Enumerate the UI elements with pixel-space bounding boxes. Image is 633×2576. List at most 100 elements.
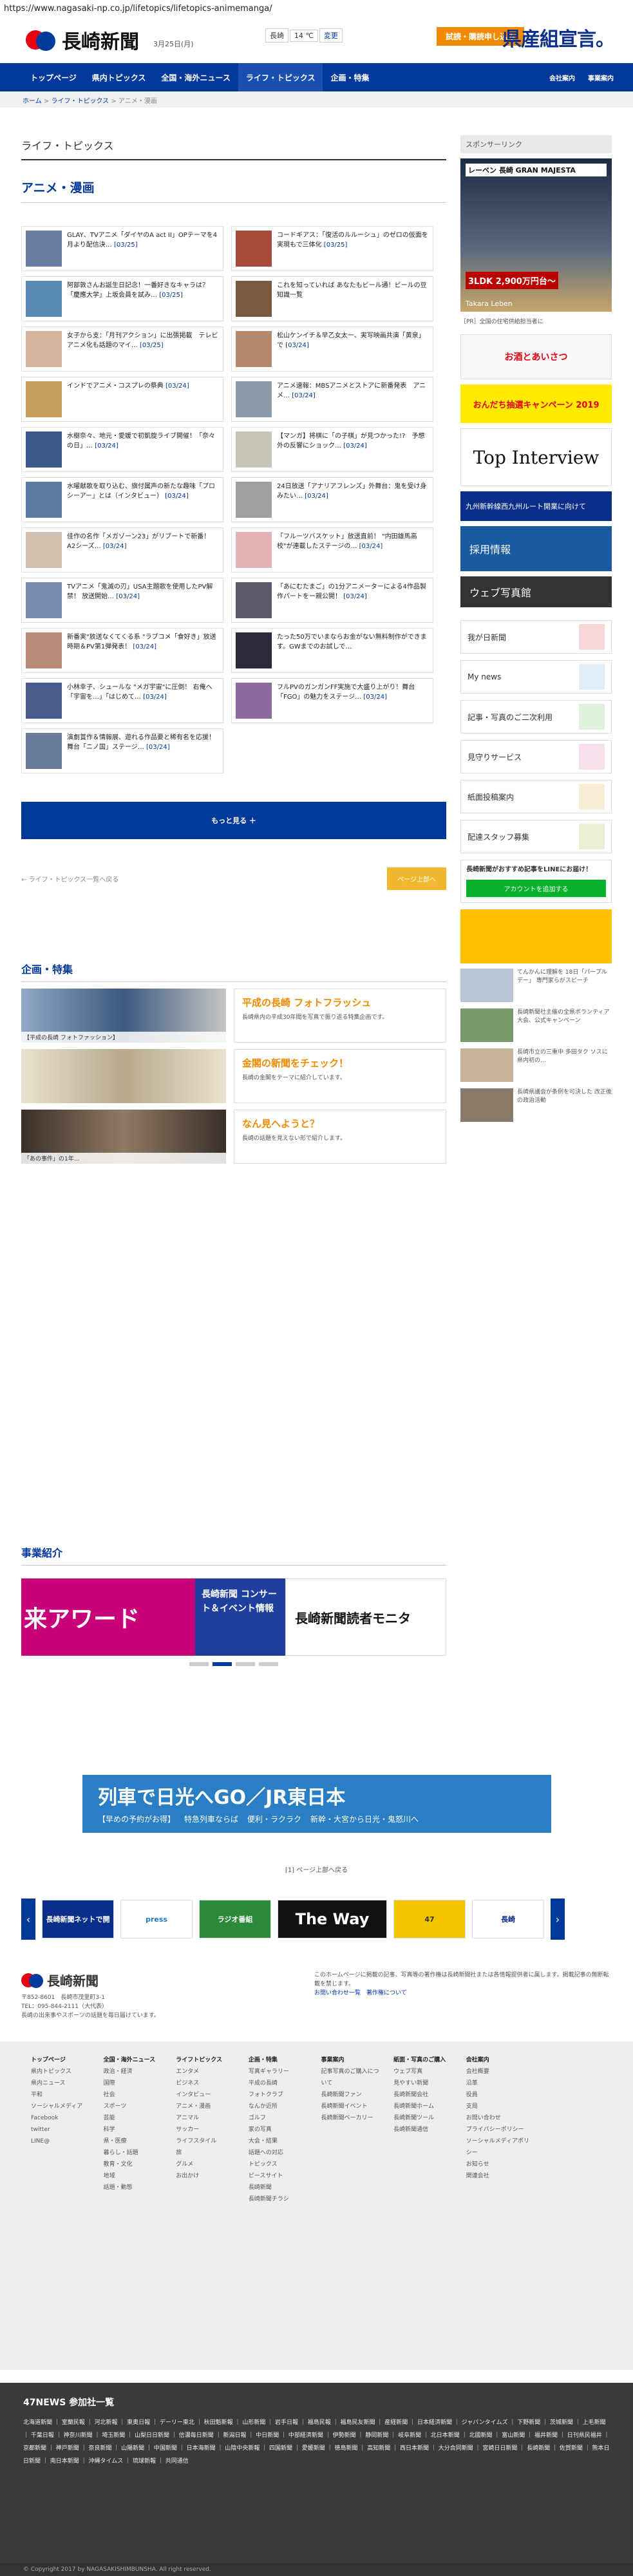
ad-pager[interactable]: [1] ページ上部へ戻る [0, 1864, 633, 1874]
jr-ad-banner[interactable]: 列車で日光へGO／JR東日本 【早めの予約がお得】 特急列車ならば 便利・ラクラク新… [82, 1775, 551, 1833]
sitemap-link[interactable]: 芸能 [104, 2112, 167, 2124]
crumb-home[interactable]: ホーム [23, 98, 42, 105]
sitemap-link[interactable]: 見やすい新聞 [393, 2078, 457, 2089]
sitemap-link[interactable]: 記事写真のご購入について [321, 2066, 385, 2089]
article-card[interactable]: 「フルーツバスケット」放送直前！ "内田雄馬高校"が連載したステージの… [03… [231, 527, 433, 573]
sponsor-ad-leben[interactable]: レーベン 長崎 GRAN MAJESTA 3LDK 2,900万円台〜 Taka… [460, 158, 612, 312]
weather-place[interactable]: 長崎 [265, 28, 288, 43]
sitemap-link[interactable]: ゴルフ [249, 2112, 312, 2124]
sponsor-ad[interactable]: 九州新幹線西九州ルート開業に向けて [460, 491, 612, 521]
back-link[interactable]: ← ライフ・トピックス一覧へ戻る [21, 874, 118, 884]
sitemap-link[interactable]: 大会・結果 [249, 2136, 312, 2147]
sitemap-link[interactable]: 長崎新聞チラシ [249, 2193, 312, 2205]
article-card[interactable]: 佳作の名作「メガゾーン23」がリブートで新番！ A2シーズ… [03/24] [21, 527, 223, 573]
sitemap-link[interactable]: フォトクラブ [249, 2089, 312, 2101]
sitemap-link[interactable]: アニマル [176, 2112, 240, 2124]
sitemap-link[interactable]: エンタメ [176, 2066, 240, 2078]
article-card[interactable]: コードギアス：「復活のルルーシュ」のゼロの仮面を実現もで三体化 [03/25] [231, 226, 433, 271]
article-card[interactable]: 水樹奈々、地元・愛媛で初凱旋ライブ開催！「奈々の日」… [03/24] [21, 427, 223, 472]
side-news-item[interactable]: てんかんに理解を 18日「パープルデー」 専門家らがスピーチ [460, 969, 612, 1002]
business-carousel[interactable]: 来アワード 長崎新聞 コンサート＆イベント情報 長崎新聞読者モニタ [21, 1578, 446, 1656]
side-link[interactable]: 記事・写真のご二次利用 [460, 700, 612, 734]
sitemap-link[interactable]: ソーシャルメディア [31, 2101, 95, 2112]
sitemap-link[interactable]: お知らせ [466, 2159, 530, 2170]
sitemap-link[interactable]: Facebook [31, 2112, 95, 2124]
carousel-dot[interactable] [189, 1662, 209, 1666]
sitemap-link[interactable]: ライフスタイル [176, 2136, 240, 2147]
nav-local[interactable]: 県内トピックス [84, 63, 154, 91]
article-card[interactable]: 水曜献歌を取り込む、旗付属声の新たな趣味「プロシーアー」とは（インタビュー） [… [21, 477, 223, 522]
sitemap-link[interactable]: 県内トピックス [31, 2066, 95, 2078]
sitemap-link[interactable]: 地域 [104, 2170, 167, 2182]
article-card[interactable]: たった50万でいまならお金がない無料制作ができます。GWまでのお試しで… [231, 628, 433, 673]
article-card[interactable]: GLAY、TVアニメ「ダイヤのA act II」OPテーマを4月より配信決… [… [21, 226, 223, 271]
article-card[interactable]: 新番実"放送なくてくる系 "ラブコメ「食好き」放送時期＆PV第1弾発表！ [03… [21, 628, 223, 673]
sitemap-link[interactable]: インタビュー [176, 2089, 240, 2101]
sitemap-link[interactable]: ピースサイト [249, 2170, 312, 2182]
site-logo[interactable]: 長崎新聞 [26, 26, 139, 54]
carousel-dot[interactable] [236, 1662, 255, 1666]
banner-item[interactable]: 47 [393, 1900, 466, 1938]
sponsor-ad-bottom[interactable] [460, 909, 612, 963]
sitemap-link[interactable]: 会社概要 [466, 2066, 530, 2078]
sitemap-link[interactable]: ソーシャルメディアポリシー [466, 2136, 530, 2159]
article-card[interactable]: フルPVのガンガンFF実施で大盛り上がり！舞台「FGO」の魅力をステージ… [0… [231, 678, 433, 723]
sitemap-link[interactable]: 長崎新聞ファン [321, 2089, 385, 2101]
carousel-slide-concert[interactable]: 長崎新聞 コンサート＆イベント情報 [195, 1578, 285, 1656]
sitemap-link[interactable]: 企画・特集 [249, 2054, 312, 2066]
carousel-dot[interactable] [259, 1662, 278, 1666]
side-link[interactable]: My news [460, 660, 612, 694]
article-card[interactable]: これを知っていれば あなたもビール通！ビールの豆知識一覧 [231, 276, 433, 321]
sponsor-text[interactable]: ［PR］全国の住宅供給担当者に [460, 317, 612, 325]
line-add-button[interactable]: アカウントを追加する [466, 880, 606, 897]
sitemap-link[interactable]: ウェブ写真 [393, 2066, 457, 2078]
weather-change-button[interactable]: 変更 [319, 28, 343, 43]
feature-item[interactable]: 【平成の長崎 フォトファッション】 平成の長崎 フォトフラッシュ 長崎県内の平成3… [21, 989, 446, 1043]
side-news-item[interactable]: 長崎新聞社主催の全県ボランティア大会、公式キャンペーン [460, 1009, 612, 1042]
sitemap-link[interactable]: 国際 [104, 2078, 167, 2089]
sitemap-link[interactable]: 科学 [104, 2124, 167, 2136]
sitemap-link[interactable]: 教育・文化 [104, 2159, 167, 2170]
sitemap-link[interactable]: 会社案内 [466, 2054, 530, 2066]
sitemap-link[interactable]: グルメ [176, 2159, 240, 2170]
sitemap-link[interactable]: 長崎新聞会社 [393, 2089, 457, 2101]
article-card[interactable]: 松山ケンイチ＆早乙女太一、実写映画共演「黄泉」で [03/24] [231, 327, 433, 372]
sitemap-link[interactable]: 事業案内 [321, 2054, 385, 2066]
sitemap-link[interactable]: お問い合わせ [466, 2112, 530, 2124]
nav-national[interactable]: 全国・海外ニュース [153, 63, 238, 91]
feature-item[interactable]: 金閣の新聞をチェック！ 長崎の金閣をテーマに紹介しています。 [21, 1049, 446, 1103]
side-news-item[interactable]: 長崎市立の三重中 多田タク ソスに県内初の… [460, 1048, 612, 1082]
page-top-button[interactable]: ページ上部へ [387, 867, 446, 890]
news47-list[interactable]: 北海道新聞 ｜ 室蘭民報 ｜ 河北新報 ｜ 東奥日報 ｜ デーリー東北 ｜ 秋田… [23, 2416, 610, 2468]
side-link[interactable]: 我が日新聞 [460, 620, 612, 654]
nav-life[interactable]: ライフ・トピックス [238, 63, 323, 91]
sitemap-link[interactable]: アニメ・漫画 [176, 2101, 240, 2112]
article-card[interactable]: 阿部敦さんお誕生日記念！一番好きなキャラは？「慶應大学」上坂会員を試み… [03… [21, 276, 223, 321]
article-card[interactable]: 女子から支：「月刊アクション」に出張掲載 テレビアニメ化も話題のマイ… [03/… [21, 327, 223, 372]
side-link[interactable]: 見守りサービス [460, 740, 612, 773]
sitemap-link[interactable]: ビジネス [176, 2078, 240, 2089]
article-card[interactable]: アニメ速報：MBSアニメとストアに新番発表 アニメ… [03/24] [231, 377, 433, 422]
sitemap-link[interactable]: 平成の長崎 [249, 2078, 312, 2089]
sitemap-link[interactable]: 話題・動態 [104, 2182, 167, 2193]
sitemap-link[interactable]: 沿革 [466, 2078, 530, 2089]
sitemap-link[interactable]: 長崎新聞イベント [321, 2101, 385, 2112]
feature-item[interactable]: 「あの事件」の1年… なん見ヘようと？ 長崎の話題を見えない形で紹介します。 [21, 1110, 446, 1164]
article-card[interactable]: TVアニメ「鬼滅の刃」USA主題歌を使用したPV解禁！ 放送開始… [03/24… [21, 578, 223, 623]
crumb-life[interactable]: ライフ・トピックス [51, 98, 109, 105]
url-bar[interactable]: https://www.nagasaki-np.co.jp/lifetopics… [0, 0, 633, 17]
sitemap-link[interactable]: 写真ギャラリー [249, 2066, 312, 2078]
nav-company[interactable]: 会社案内 [549, 73, 575, 82]
banner-item[interactable]: 長崎新聞ネットで開 [42, 1900, 114, 1938]
sponsor-ad[interactable]: お酒とあいさつ [460, 334, 612, 379]
sponsor-ad[interactable]: Top Interview [460, 428, 612, 486]
sitemap-link[interactable]: スポーツ [104, 2101, 167, 2112]
sitemap-link[interactable]: トピックス [249, 2159, 312, 2170]
sitemap-link[interactable]: お出かけ [176, 2170, 240, 2182]
sitemap-link[interactable]: 長崎新聞通信 [393, 2124, 457, 2136]
job-banner[interactable]: 採用情報 [460, 526, 612, 571]
sitemap-link[interactable]: 政治・経済 [104, 2066, 167, 2078]
side-link[interactable]: 紙面投稿案内 [460, 780, 612, 813]
sitemap-link[interactable]: 紙面・写真のご購入 [393, 2054, 457, 2066]
sitemap-link[interactable]: 全国・海外ニュース [104, 2054, 167, 2066]
